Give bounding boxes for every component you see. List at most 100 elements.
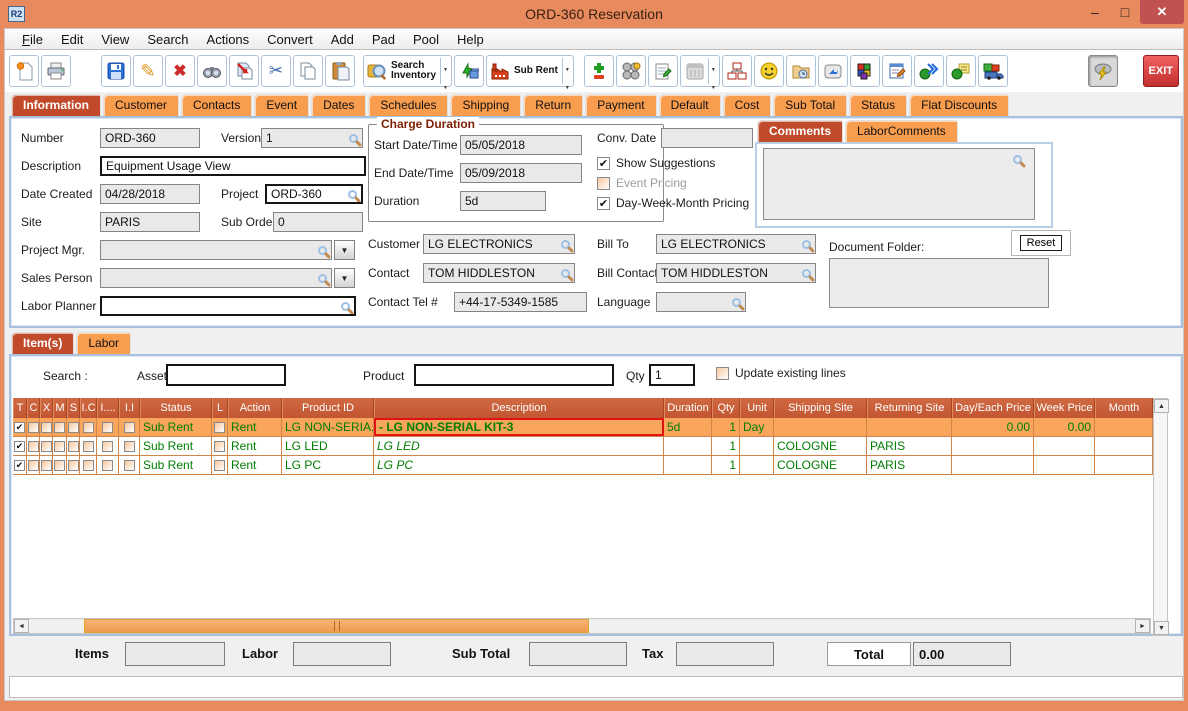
tab-customer[interactable]: Customer bbox=[103, 94, 180, 116]
idots-checkbox[interactable] bbox=[102, 440, 113, 452]
labor-planner-field[interactable] bbox=[100, 296, 356, 316]
day-week-month-pricing-checkbox[interactable] bbox=[597, 196, 610, 210]
tab-event[interactable]: Event bbox=[254, 94, 310, 116]
menu-item-add[interactable]: Add bbox=[322, 32, 363, 47]
cell-l[interactable] bbox=[212, 437, 228, 455]
tab-item-s[interactable]: Item(s) bbox=[11, 332, 75, 354]
language-field[interactable] bbox=[656, 292, 746, 312]
new-button[interactable] bbox=[9, 55, 39, 87]
cell-action[interactable]: Rent bbox=[228, 456, 282, 474]
cell-unit[interactable] bbox=[740, 437, 774, 455]
column-header-i-c[interactable]: I.C bbox=[80, 398, 97, 418]
table-row[interactable]: Sub Rent RentLG NON-SERIA...- LG NON-SERI… bbox=[13, 418, 1153, 437]
vertical-scroll-track[interactable] bbox=[1154, 413, 1167, 621]
l-checkbox[interactable] bbox=[214, 421, 225, 433]
cell-t[interactable] bbox=[13, 437, 27, 455]
column-header-qty[interactable]: Qty bbox=[712, 398, 740, 418]
date-created-field[interactable]: 04/28/2018 bbox=[100, 184, 200, 204]
tab-schedules[interactable]: Schedules bbox=[368, 94, 449, 116]
cell-qty[interactable]: 1 bbox=[712, 418, 740, 436]
cell-action[interactable]: Rent bbox=[228, 418, 282, 436]
c-checkbox[interactable] bbox=[27, 421, 39, 433]
cell-x[interactable] bbox=[40, 456, 53, 474]
cell-ii[interactable] bbox=[119, 418, 140, 436]
tab-sub-total[interactable]: Sub Total bbox=[773, 94, 848, 116]
vertical-scrollbar[interactable] bbox=[1153, 398, 1169, 636]
column-header-week-price[interactable]: Week Price bbox=[1034, 398, 1095, 418]
cell-day_each_price[interactable] bbox=[952, 456, 1034, 474]
tab-dates[interactable]: Dates bbox=[311, 94, 367, 116]
cell-duration[interactable]: 5d bbox=[664, 418, 712, 436]
column-header-m[interactable]: M bbox=[53, 398, 67, 418]
cell-description[interactable]: LG LED bbox=[374, 437, 664, 455]
t-checkbox[interactable] bbox=[14, 459, 25, 471]
cell-duration[interactable] bbox=[664, 456, 712, 474]
column-header-product-id[interactable]: Product ID bbox=[282, 398, 374, 418]
document-folder-field[interactable] bbox=[829, 258, 1049, 308]
horizontal-scroll-track[interactable] bbox=[29, 619, 1135, 633]
cell-shipping_site[interactable]: COLOGNE bbox=[774, 456, 867, 474]
cell-action[interactable]: Rent bbox=[228, 437, 282, 455]
scroll-right-icon[interactable] bbox=[1135, 619, 1150, 633]
edit-button[interactable] bbox=[133, 55, 163, 87]
exit-button[interactable]: EXIT bbox=[1142, 55, 1179, 87]
tab-flat-discounts[interactable]: Flat Discounts bbox=[909, 94, 1010, 116]
s-checkbox[interactable] bbox=[67, 459, 79, 471]
cell-idots[interactable] bbox=[97, 437, 119, 455]
cell-ic[interactable] bbox=[80, 418, 97, 436]
cell-x[interactable] bbox=[40, 437, 53, 455]
dollar-forward-button[interactable] bbox=[913, 55, 944, 87]
duration-field[interactable]: 5d bbox=[460, 191, 546, 211]
site-field[interactable]: PARIS bbox=[100, 212, 200, 232]
column-header-day-each-price[interactable]: Day/Each Price bbox=[952, 398, 1034, 418]
cell-month[interactable] bbox=[1095, 418, 1153, 436]
copy-button[interactable] bbox=[293, 55, 323, 87]
column-header-i-i[interactable]: I.I bbox=[119, 398, 140, 418]
cell-unit[interactable]: Day bbox=[740, 418, 774, 436]
cell-returning_site[interactable] bbox=[867, 418, 952, 436]
product-input[interactable] bbox=[414, 364, 614, 386]
version-search-icon[interactable] bbox=[349, 133, 358, 143]
x-checkbox[interactable] bbox=[40, 459, 52, 471]
tab-labor[interactable]: Labor bbox=[76, 332, 132, 354]
cell-t[interactable] bbox=[13, 456, 27, 474]
cell-t[interactable] bbox=[13, 418, 27, 436]
cell-m[interactable] bbox=[53, 418, 67, 436]
column-header-description[interactable]: Description bbox=[374, 398, 664, 418]
cell-c[interactable] bbox=[27, 418, 40, 436]
reset-button[interactable]: Reset bbox=[1019, 235, 1063, 251]
table-row[interactable]: Sub RentRentLG LEDLG LED1COLOGNEPARIS bbox=[13, 437, 1153, 456]
menu-item-search[interactable]: Search bbox=[138, 32, 197, 47]
cell-ii[interactable] bbox=[119, 456, 140, 474]
idots-checkbox[interactable] bbox=[102, 421, 113, 433]
cell-c[interactable] bbox=[27, 456, 40, 474]
project-field[interactable]: ORD-360 bbox=[265, 184, 363, 204]
cut-button[interactable] bbox=[261, 55, 291, 87]
bill-contact-field[interactable]: TOM HIDDLESTON bbox=[656, 263, 816, 283]
column-header-action[interactable]: Action bbox=[228, 398, 282, 418]
x-checkbox[interactable] bbox=[40, 421, 52, 433]
blocks-button[interactable] bbox=[849, 55, 880, 87]
cell-ic[interactable] bbox=[80, 456, 97, 474]
bill-to-field[interactable]: LG ELECTRONICS bbox=[656, 234, 816, 254]
cell-duration[interactable] bbox=[664, 437, 712, 455]
update-existing-lines-checkbox[interactable] bbox=[716, 366, 729, 380]
tab-comments[interactable]: Comments bbox=[757, 120, 844, 142]
cell-m[interactable] bbox=[53, 437, 67, 455]
project-mgr-dropdown[interactable] bbox=[334, 240, 355, 260]
lightning-button[interactable] bbox=[1087, 55, 1118, 87]
cell-ii[interactable] bbox=[119, 437, 140, 455]
cell-day_each_price[interactable]: 0.00 bbox=[952, 418, 1034, 436]
delete-button[interactable] bbox=[165, 55, 195, 87]
cell-m[interactable] bbox=[53, 456, 67, 474]
t-checkbox[interactable] bbox=[14, 421, 25, 433]
sales-person-search-icon[interactable] bbox=[318, 273, 327, 283]
tab-return[interactable]: Return bbox=[523, 94, 584, 116]
s-checkbox[interactable] bbox=[67, 421, 79, 433]
ii-checkbox[interactable] bbox=[123, 459, 135, 471]
find-button[interactable] bbox=[197, 55, 227, 87]
end-date-field[interactable]: 05/09/2018 bbox=[460, 163, 582, 183]
menu-item-file[interactable]: File bbox=[13, 32, 52, 47]
dollar-note-button[interactable] bbox=[945, 55, 976, 87]
cell-description[interactable]: - LG NON-SERIAL KIT-3 bbox=[374, 418, 664, 436]
